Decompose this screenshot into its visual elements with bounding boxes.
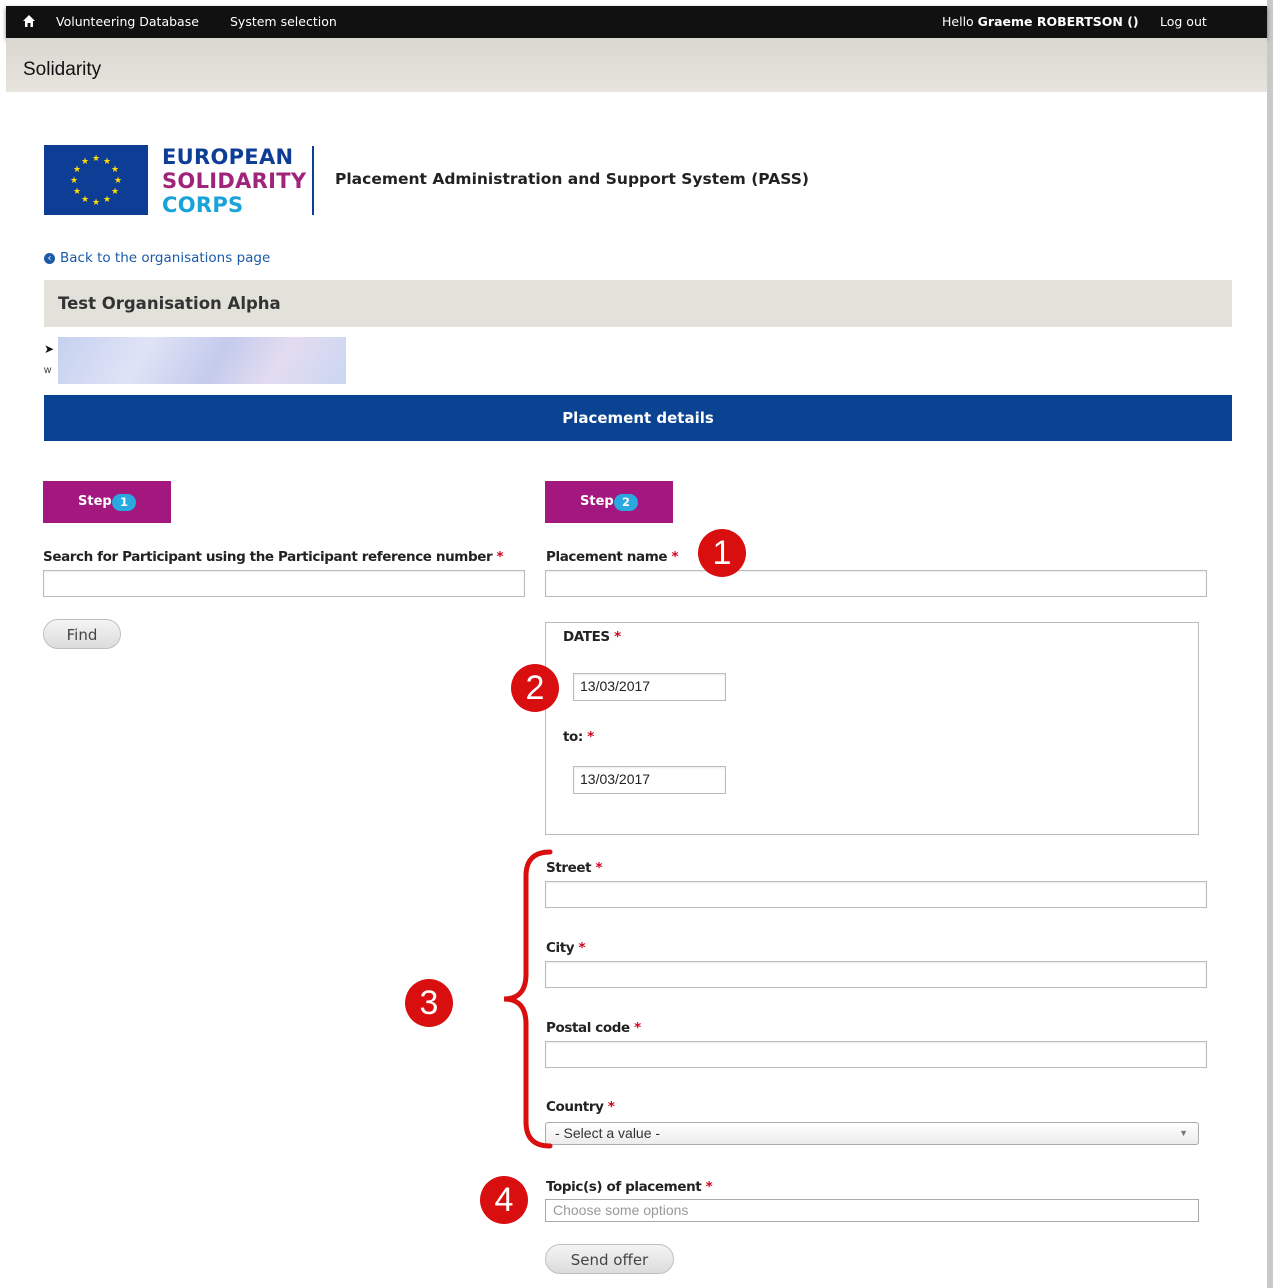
- svg-text:★: ★: [81, 195, 89, 205]
- organisation-header: Test Organisation Alpha: [44, 280, 1232, 327]
- window-right-border: [1267, 0, 1273, 1288]
- svg-text:★: ★: [103, 195, 111, 205]
- required-marker: *: [595, 860, 603, 876]
- dates-label-text: DATES: [563, 629, 610, 645]
- required-marker: *: [587, 729, 594, 745]
- step-1-label: Step: [78, 494, 112, 509]
- circle-arrow-left-icon: ‹: [44, 253, 55, 264]
- step-1-number-badge: 1: [112, 494, 136, 511]
- step-2-tab: Step 2: [545, 481, 673, 523]
- svg-text:★: ★: [103, 157, 111, 167]
- organisation-name: Test Organisation Alpha: [58, 294, 281, 313]
- system-title: Placement Administration and Support Sys…: [335, 170, 809, 188]
- end-date-input[interactable]: 13/03/2017: [573, 766, 726, 794]
- logo-divider: [312, 146, 314, 215]
- participant-search-label-text: Search for Participant using the Partici…: [43, 549, 493, 565]
- postal-code-label-text: Postal code: [546, 1020, 630, 1036]
- country-select[interactable]: - Select a value - ▼: [545, 1122, 1199, 1145]
- participant-search-label: Search for Participant using the Partici…: [43, 549, 504, 565]
- to-label-text: to:: [563, 729, 583, 745]
- required-marker: *: [578, 940, 586, 956]
- placement-name-label: Placement name *: [546, 549, 678, 565]
- logo-line-1: EUROPEAN: [162, 145, 294, 169]
- topics-multiselect[interactable]: Choose some options: [545, 1199, 1199, 1222]
- required-marker: *: [705, 1179, 713, 1195]
- required-marker: *: [634, 1020, 641, 1036]
- placement-name-label-text: Placement name: [546, 549, 668, 565]
- redacted-address-block: [58, 337, 346, 384]
- send-offer-button[interactable]: Send offer: [545, 1244, 674, 1274]
- topics-label-text: Topic(s) of placement: [546, 1179, 702, 1195]
- country-select-value: - Select a value -: [555, 1125, 661, 1141]
- postal-code-label: Postal code *: [546, 1020, 641, 1036]
- city-input[interactable]: [545, 961, 1207, 988]
- greeting: Hello Graeme ROBERTSON (): [942, 14, 1139, 29]
- step-1-tab: Step 1: [43, 481, 171, 523]
- required-marker: *: [671, 549, 679, 565]
- admin-toolbar: Volunteering Database System selection H…: [6, 6, 1267, 38]
- svg-text:★: ★: [70, 176, 78, 186]
- start-date-input[interactable]: 13/03/2017: [573, 673, 726, 701]
- find-button[interactable]: Find: [43, 619, 121, 649]
- svg-text:★: ★: [73, 187, 81, 197]
- svg-text:★: ★: [92, 198, 100, 208]
- logout-link[interactable]: Log out: [1160, 14, 1207, 29]
- esc-logo-text: EUROPEAN SOLIDARITY CORPS: [162, 145, 306, 217]
- street-input[interactable]: [545, 881, 1207, 908]
- site-name[interactable]: Solidarity: [23, 59, 101, 81]
- required-marker: *: [614, 629, 621, 645]
- svg-text:★: ★: [73, 165, 81, 175]
- logo-line-3: CORPS: [162, 193, 244, 217]
- svg-text:★: ★: [92, 154, 100, 164]
- placement-details-header: Placement details: [44, 395, 1232, 441]
- postal-code-input[interactable]: [545, 1041, 1207, 1068]
- location-arrow-icon: ➤: [44, 342, 55, 356]
- annotation-marker-3: 3: [405, 979, 453, 1027]
- website-fragment: w: [44, 365, 52, 376]
- svg-text:★: ★: [111, 187, 119, 197]
- step-2-number-badge: 2: [614, 494, 638, 511]
- annotation-marker-1: 1: [698, 529, 746, 577]
- required-marker: *: [607, 1099, 615, 1115]
- participant-reference-input[interactable]: [43, 570, 525, 597]
- greeting-hello: Hello: [942, 14, 974, 29]
- topics-label: Topic(s) of placement *: [546, 1179, 713, 1195]
- dates-label: DATES *: [563, 629, 621, 645]
- window-left-border: [0, 0, 6, 1288]
- step-2-label: Step: [580, 494, 614, 509]
- annotation-marker-2: 2: [511, 664, 559, 712]
- annotation-brace: [503, 849, 553, 1149]
- back-link-label: Back to the organisations page: [60, 250, 271, 266]
- home-icon[interactable]: [22, 14, 36, 28]
- nav-volunteering-database[interactable]: Volunteering Database: [56, 14, 199, 29]
- svg-text:★: ★: [111, 165, 119, 175]
- site-header: Solidarity: [6, 38, 1267, 92]
- placement-name-input[interactable]: [545, 570, 1207, 597]
- back-to-organisations-link[interactable]: ‹ Back to the organisations page: [44, 250, 270, 266]
- chevron-down-icon: ▼: [1179, 1128, 1188, 1138]
- eu-flag-logo: ★ ★★ ★★★ ★★★ ★★★: [44, 145, 148, 215]
- svg-text:★: ★: [114, 176, 122, 186]
- dates-fieldset: [545, 622, 1199, 835]
- logo-line-2: SOLIDARITY: [162, 169, 307, 193]
- nav-system-selection[interactable]: System selection: [230, 14, 337, 29]
- annotation-marker-4: 4: [480, 1176, 528, 1224]
- username[interactable]: Graeme ROBERTSON (): [978, 14, 1139, 29]
- to-label: to: *: [563, 729, 594, 745]
- required-marker: *: [496, 549, 504, 565]
- svg-text:★: ★: [81, 157, 89, 167]
